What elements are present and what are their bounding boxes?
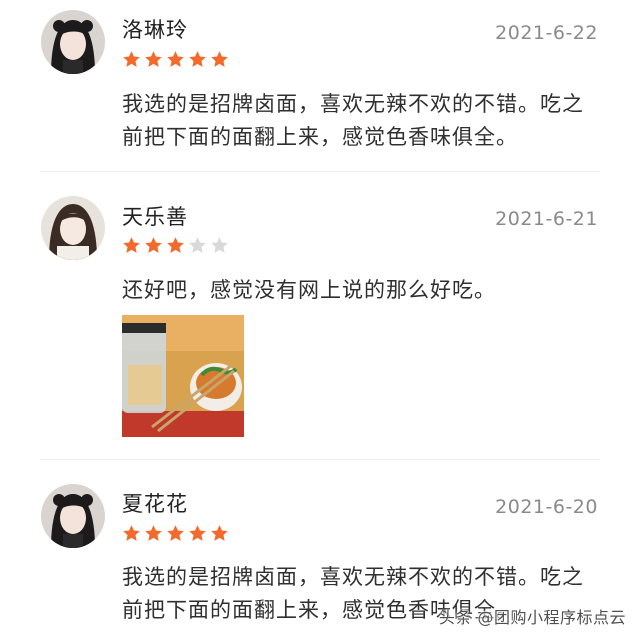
user-avatar[interactable] xyxy=(41,10,105,74)
review-date: 2021-6-22 xyxy=(495,22,598,44)
star-icon xyxy=(211,51,228,67)
star-icon xyxy=(123,525,140,541)
star-icon xyxy=(145,51,162,67)
star-rating xyxy=(122,50,229,70)
review-text: 我选的是招牌卤面，喜欢无辣不欢的不错。吃之前把下面的面翻上来，感觉色香味俱全。 xyxy=(122,92,584,149)
star-icon xyxy=(167,237,184,253)
star-icon xyxy=(167,51,184,67)
star-icon xyxy=(189,237,206,253)
user-name: 天乐善 xyxy=(122,205,188,229)
review-text: 还好吧，感觉没有网上说的那么好吃。 xyxy=(122,278,496,302)
avatar-image xyxy=(41,484,105,548)
avatar-image xyxy=(41,10,105,74)
user-name: 夏花花 xyxy=(122,492,188,516)
review-date: 2021-6-20 xyxy=(495,496,598,518)
star-rating xyxy=(122,524,229,544)
star-icon xyxy=(167,525,184,541)
review-date: 2021-6-21 xyxy=(495,208,598,230)
star-icon xyxy=(145,237,162,253)
user-avatar[interactable] xyxy=(41,484,105,548)
star-icon xyxy=(189,525,206,541)
review-item: 天乐善 2021-6-21 还好吧，感觉没有网上说的那么好吃。 xyxy=(0,172,640,460)
user-name: 洛琳玲 xyxy=(122,18,188,42)
user-avatar[interactable] xyxy=(41,196,105,260)
review-item: 洛琳玲 2021-6-22 我选的是招牌卤面，喜欢无辣不欢的不错。吃之前把下面的… xyxy=(0,0,640,172)
star-rating xyxy=(122,236,229,256)
star-icon xyxy=(123,51,140,67)
star-icon xyxy=(123,237,140,253)
star-icon xyxy=(145,525,162,541)
star-icon xyxy=(211,237,228,253)
food-photo-icon xyxy=(122,315,244,437)
star-icon xyxy=(211,525,228,541)
review-photo[interactable] xyxy=(122,315,244,437)
star-icon xyxy=(189,51,206,67)
avatar-image xyxy=(41,196,105,260)
watermark: 头条 @团购小程序标点云 xyxy=(438,608,626,627)
